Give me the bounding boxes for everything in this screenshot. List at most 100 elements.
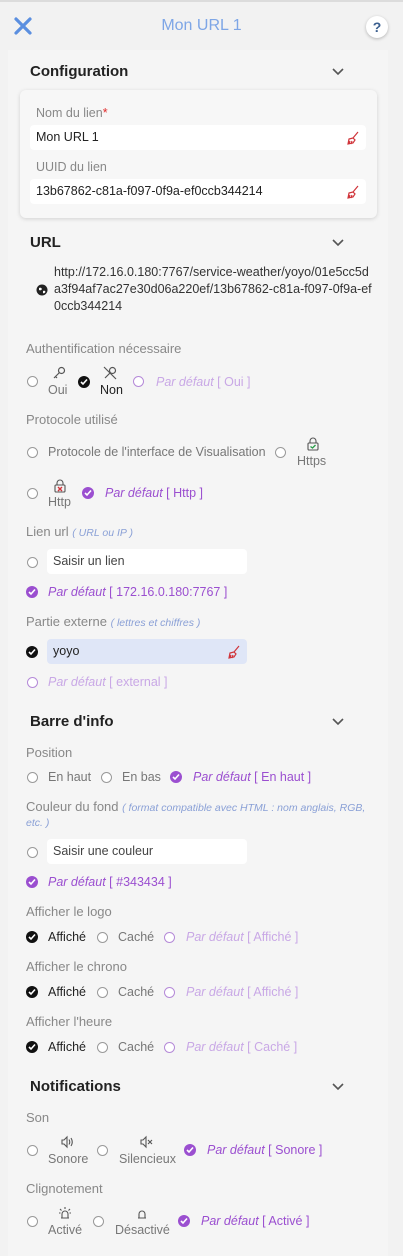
link-default-radio[interactable] <box>26 586 38 598</box>
time-default-radio[interactable] <box>164 1042 175 1053</box>
sound-default-text: Par défaut [ Sonore ] <box>207 1143 323 1157</box>
blink-on-icon <box>59 1207 71 1219</box>
external-default-radio[interactable] <box>27 677 38 688</box>
sound-default-radio[interactable] <box>184 1144 196 1156</box>
time-hidden-radio[interactable] <box>97 1042 108 1053</box>
blink-off-label: Désactivé <box>115 1223 170 1237</box>
auth-yes-label: Oui <box>48 383 68 397</box>
blink-off-icon <box>138 1210 146 1219</box>
section-title-url: URL <box>30 234 61 251</box>
logo-shown-label: Affiché <box>48 930 86 944</box>
uuid-label: UUID du lien <box>36 160 107 174</box>
protocol-http-radio[interactable] <box>27 488 38 499</box>
position-bottom-radio[interactable] <box>101 772 112 783</box>
section-title-notifications: Notifications <box>30 1078 121 1095</box>
link-custom-radio[interactable] <box>27 557 38 568</box>
external-input[interactable]: yoyo <box>47 639 247 664</box>
chevron-down-icon[interactable] <box>331 67 345 77</box>
position-default-text: Par défaut [ En haut ] <box>193 770 312 784</box>
check-icon <box>28 878 36 886</box>
blink-on-radio[interactable] <box>27 1216 38 1227</box>
link-hint: ( URL ou IP ) <box>72 527 133 539</box>
uuid-input[interactable]: 13b67862-c81a-f097-0f9a-ef0ccb344214 <box>30 179 366 204</box>
sound-off-radio[interactable] <box>97 1145 108 1156</box>
chrono-shown-radio[interactable] <box>26 986 38 998</box>
logo-shown-radio[interactable] <box>26 931 38 943</box>
check-icon <box>28 988 36 996</box>
check-icon <box>28 648 36 656</box>
external-custom-radio[interactable] <box>26 646 38 658</box>
link-label: Lien url ( URL ou IP ) <box>26 524 133 539</box>
bg-color-label: Couleur du fond ( format compatible avec… <box>26 799 366 830</box>
auth-no-radio[interactable] <box>78 376 90 388</box>
protocol-http-label: Http <box>48 495 71 509</box>
position-top-label: En haut <box>48 770 92 784</box>
external-label: Partie externe ( lettres et chiffres ) <box>26 614 201 629</box>
check-icon <box>172 773 180 781</box>
sound-on-label: Sonore <box>48 1152 89 1166</box>
protocol-https-radio[interactable] <box>275 447 286 458</box>
section-title-configuration: Configuration <box>30 63 129 80</box>
protocol-https-label: Https <box>297 454 327 468</box>
blink-on-label: Activé <box>48 1223 83 1237</box>
broom-icon[interactable] <box>228 645 242 659</box>
page-title: Mon URL 1 <box>161 17 242 34</box>
external-hint: ( lettres et chiffres ) <box>110 617 201 629</box>
blink-label: Clignotement <box>26 1181 103 1196</box>
bg-color-input[interactable]: Saisir une couleur <box>47 839 247 864</box>
chrono-default-text: Par défaut [ Affiché ] <box>186 985 299 999</box>
sound-off-icon <box>140 1135 153 1149</box>
blink-default-radio[interactable] <box>178 1215 190 1227</box>
check-icon <box>28 1043 36 1051</box>
check-icon <box>186 1146 194 1154</box>
sound-off-label: Silencieux <box>119 1152 176 1166</box>
time-shown-radio[interactable] <box>26 1041 38 1053</box>
chevron-down-icon[interactable] <box>331 238 345 248</box>
check-icon <box>28 933 36 941</box>
blink-off-radio[interactable] <box>93 1216 104 1227</box>
link-default-text: Par défaut [ 172.16.0.180:7767 ] <box>48 585 228 599</box>
logo-hidden-label: Caché <box>118 930 155 944</box>
logo-default-radio[interactable] <box>164 932 175 943</box>
time-shown-label: Affiché <box>48 1040 86 1054</box>
sound-on-icon <box>61 1135 73 1149</box>
bg-default-radio[interactable] <box>26 876 38 888</box>
auth-no-label: Non <box>100 383 123 397</box>
logo-hidden-radio[interactable] <box>97 932 108 943</box>
auth-default-radio[interactable] <box>133 376 144 387</box>
blink-default-text: Par défaut [ Activé ] <box>201 1214 310 1228</box>
header: Mon URL 1 ? <box>0 2 403 50</box>
link-input[interactable]: Saisir un lien <box>47 549 247 574</box>
check-icon <box>28 588 36 596</box>
chrono-default-radio[interactable] <box>164 987 175 998</box>
sound-label: Son <box>26 1110 50 1125</box>
url-preview: http://172.16.0.180:7767/service-weather… <box>54 265 372 313</box>
bg-custom-radio[interactable] <box>27 847 38 858</box>
chrono-label: Afficher le chrono <box>26 959 127 974</box>
chevron-down-icon[interactable] <box>331 1082 345 1092</box>
name-input[interactable]: Mon URL 1 <box>30 125 366 150</box>
name-label: Nom du lien* <box>36 106 108 120</box>
position-default-radio[interactable] <box>170 771 182 783</box>
logo-label: Afficher le logo <box>26 904 112 919</box>
chevron-down-icon[interactable] <box>331 717 345 727</box>
check-icon <box>84 489 92 497</box>
time-default-text: Par défaut [ Caché ] <box>186 1040 298 1054</box>
protocol-default-text: Par défaut [ Http ] <box>105 486 203 500</box>
chrono-hidden-radio[interactable] <box>97 987 108 998</box>
broom-icon[interactable] <box>347 185 361 199</box>
check-icon <box>80 378 88 386</box>
position-top-radio[interactable] <box>27 772 38 783</box>
protocol-interface-label: Protocole de l'interface de Visualisatio… <box>48 445 266 459</box>
check-icon <box>180 1217 188 1225</box>
position-label: Position <box>26 745 73 760</box>
protocol-label: Protocole utilisé <box>26 412 118 427</box>
sound-on-radio[interactable] <box>27 1145 38 1156</box>
position-bottom-label: En bas <box>122 770 161 784</box>
auth-yes-radio[interactable] <box>27 376 38 387</box>
help-icon[interactable]: ? <box>366 16 388 38</box>
protocol-default-radio[interactable] <box>82 487 94 499</box>
key-icon <box>53 366 66 379</box>
broom-icon[interactable] <box>347 131 361 145</box>
protocol-interface-radio[interactable] <box>27 447 38 458</box>
